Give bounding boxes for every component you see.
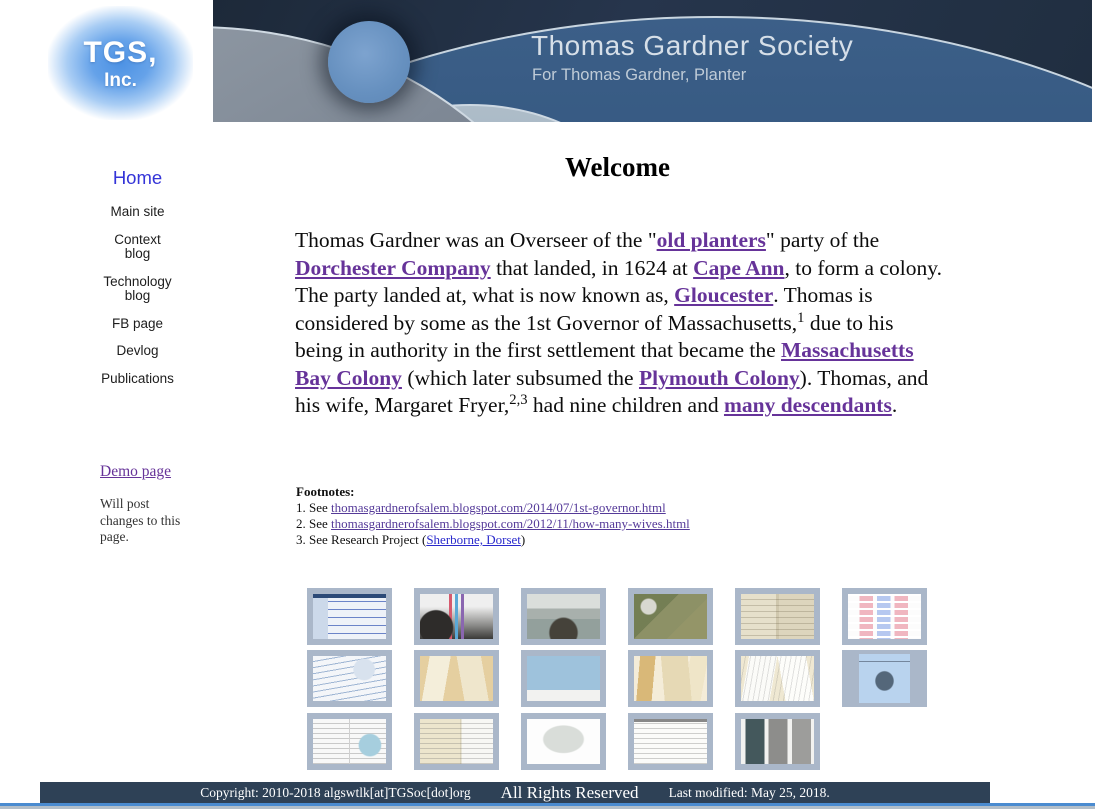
thumbnail-image-shore-photo [527,594,600,639]
thumbnail-image-old-papers [420,656,493,701]
thumbnail-typed-docs[interactable] [735,650,820,707]
text-run: Thomas Gardner was an Overseer of the " [295,228,657,252]
page-title: Welcome [295,152,940,183]
thumbnail-satellite-map[interactable] [628,588,713,645]
thumbnail-image-massachusetts-magazine-cover [420,719,493,764]
sidebar-item-main-site[interactable]: Main site [60,205,215,220]
thumbnail-old-papers[interactable] [414,650,499,707]
text-run: 2. See [296,516,331,531]
thumbnail-image-typed-docs [741,656,814,701]
text-run: ) [521,532,525,547]
text-run: 3. See Research Project ( [296,532,426,547]
thumbnail-image-american-genealogist [527,656,600,701]
thumbnail-image-three-books [741,719,814,764]
page: TGS, Inc. Thomas Gardner Society For Tho… [0,0,1095,809]
header-banner: Thomas Gardner Society For Thomas Gardne… [213,0,1092,122]
text-run: (which later subsumed the [402,366,639,390]
logo-text-tgs: TGS, [48,36,193,70]
thumbnail-image-massachusetts-magazine-spread [741,594,814,639]
footnotes: Footnotes: 1. See thomasgardnerofsalem.b… [296,484,690,548]
paragraph-link[interactable]: old planters [657,228,766,252]
thumbnail-deeds-cream[interactable] [628,650,713,707]
footnote-link[interactable]: thomasgardnerofsalem.blogspot.com/2014/0… [331,500,666,515]
footnote-3: 3. See Research Project (Sherborne, Dors… [296,532,690,548]
thumbnail-row-2 [307,650,927,707]
footnotes-title: Footnotes: [296,484,690,500]
logo-text-inc: Inc. [48,70,193,92]
thumbnail-image-us-map [527,719,600,764]
thumbnail-newspaper-spread[interactable] [307,713,392,770]
sidebar-item-publications[interactable]: Publications [60,372,215,387]
thumbnail-image-ship-book-cover [859,654,910,703]
sidebar-item-technology-blog[interactable]: Technology blog [60,275,215,304]
footnote-link[interactable]: Sherborne, Dorset [426,532,521,547]
thumbnail-lineage-chart[interactable] [842,588,927,645]
footnote-link[interactable]: thomasgardnerofsalem.blogspot.com/2012/1… [331,516,690,531]
sidebar-nav: Home Main site Context blog Technology blog… [60,167,215,399]
text-run: that landed, in 1624 at [491,256,693,280]
site-subtitle: For Thomas Gardner, Planter [532,66,746,85]
thumbnail-image-lineage-chart [848,594,921,639]
footnote-reference: 2,3 [509,392,527,408]
thumbnail-row-1 [307,588,927,645]
intro-paragraph: Thomas Gardner was an Overseer of the "o… [295,227,945,420]
thumbnail-image-webpage-home [313,594,386,639]
demo-page-link[interactable]: Demo page [100,463,171,481]
text-run: " party of the [766,228,879,252]
thumbnail-image-deeds-cream [634,656,707,701]
thumbnail-row-3 [307,713,820,770]
thumbnail-browser-collage[interactable] [307,650,392,707]
footer: Copyright: 2010-2018 algswtlk[at]TGSoc[d… [40,782,990,803]
thumbnail-image-newspaper-spread [313,719,386,764]
text-run: had nine children and [528,393,724,417]
sidebar-note: Will post changes to this page. [100,496,196,546]
paragraph-link[interactable]: Plymouth Colony [639,366,800,390]
thumbnail-genealogical-ad[interactable] [628,713,713,770]
thumbnail-shore-photo[interactable] [521,588,606,645]
thumbnail-us-map[interactable] [521,713,606,770]
sidebar-item-home[interactable]: Home [60,167,215,188]
tgs-logo[interactable]: TGS, Inc. [48,6,193,120]
thumbnail-ship-book-cover[interactable] [842,650,927,707]
footer-rights: All Rights Reserved [501,783,639,803]
paragraph-link[interactable]: Dorchester Company [295,256,491,280]
paragraph-link[interactable]: Gloucester [674,283,773,307]
thumbnail-massachusetts-magazine-spread[interactable] [735,588,820,645]
footer-last-modified: Last modified: May 25, 2018. [669,785,830,801]
thumbnail-american-genealogist[interactable] [521,650,606,707]
thumbnail-image-satellite-map [634,594,707,639]
paragraph-link[interactable]: many descendants [724,393,892,417]
sidebar-item-devlog[interactable]: Devlog [60,344,215,359]
banner-circle-decoration [328,21,410,103]
sidebar-item-fb-page[interactable]: FB page [60,317,215,332]
thumbnail-webpage-home[interactable] [307,588,392,645]
thumbnail-portrait-collage[interactable] [414,588,499,645]
thumbnail-image-browser-collage [313,656,386,701]
text-run: . [892,393,897,417]
sidebar-item-context-blog[interactable]: Context blog [60,233,215,262]
text-run: 1. See [296,500,331,515]
thumbnail-massachusetts-magazine-cover[interactable] [414,713,499,770]
site-title: Thomas Gardner Society [531,30,853,62]
thumbnail-image-genealogical-ad [634,719,707,764]
paragraph-link[interactable]: Cape Ann [693,256,784,280]
footnote-2: 2. See thomasgardnerofsalem.blogspot.com… [296,516,690,532]
thumbnail-three-books[interactable] [735,713,820,770]
thumbnail-image-portrait-collage [420,594,493,639]
footnotes-list: 1. See thomasgardnerofsalem.blogspot.com… [296,500,690,548]
footer-copyright: Copyright: 2010-2018 algswtlk[at]TGSoc[d… [200,785,470,801]
footnote-1: 1. See thomasgardnerofsalem.blogspot.com… [296,500,690,516]
